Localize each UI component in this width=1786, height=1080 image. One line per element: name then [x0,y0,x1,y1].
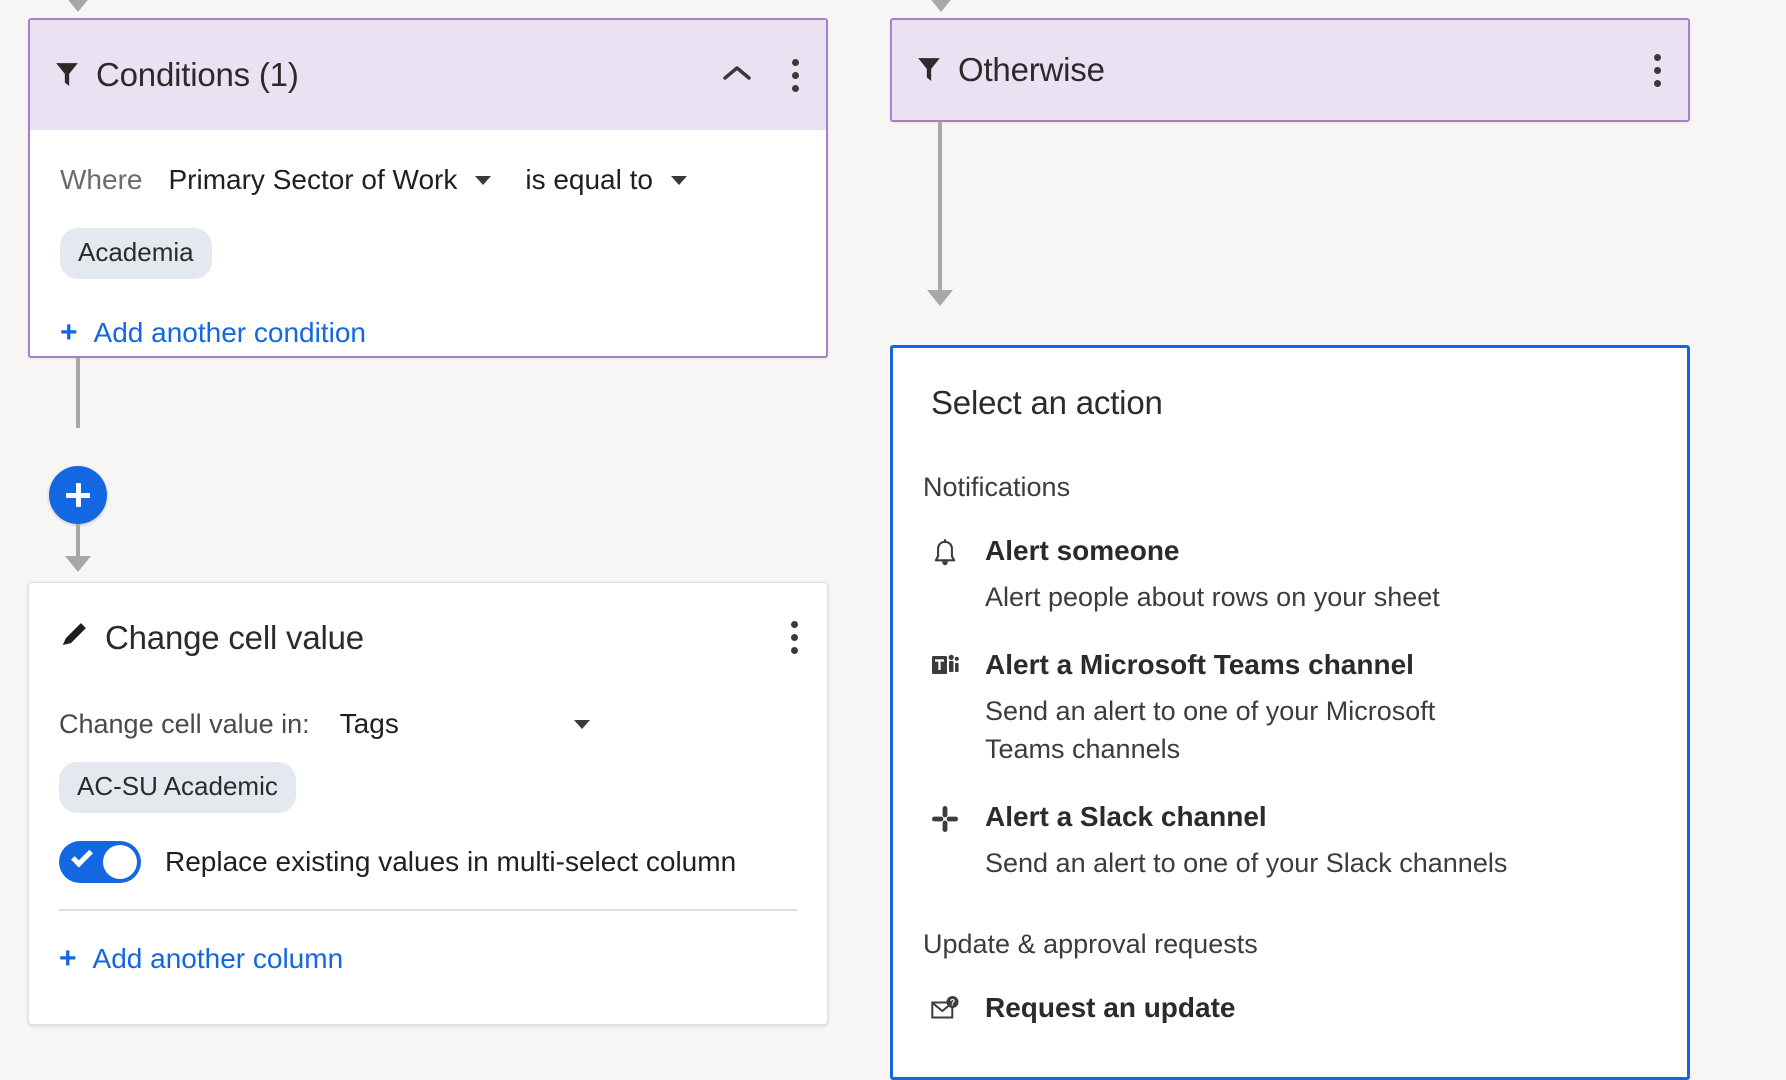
action-item-request-an-update[interactable]: ? Request an update [893,960,1687,1036]
plus-icon: + [59,942,77,975]
action-item-text: Request an update [985,992,1235,1036]
kebab-menu-icon[interactable] [786,55,804,96]
replace-values-toggle[interactable] [59,841,141,883]
check-icon [71,845,93,868]
condition-operator-value: is equal to [525,164,653,195]
connector-arrow-into-otherwise [928,0,954,12]
change-cell-value-title: Change cell value [105,618,364,656]
action-item-text: Alert a Slack channel Send an alert to o… [985,801,1507,883]
column-dropdown[interactable]: Tags [340,708,590,740]
otherwise-title: Otherwise [958,51,1105,88]
action-item-alert-someone[interactable]: Alert someone Alert people about rows on… [893,503,1687,617]
plus-icon-vertical [75,483,81,507]
action-item-name: Alert a Microsoft Teams channel [985,648,1414,680]
svg-text:?: ? [950,997,956,1007]
request-update-envelope-icon: ? [931,992,969,1036]
change-cell-value-chip-container: AC-SU Academic [59,762,797,813]
bell-icon [931,535,969,617]
replace-values-toggle-label: Replace existing values in multi-select … [165,846,737,877]
add-another-condition-label: Add another condition [93,317,366,348]
action-item-description: Alert people about rows on your sheet [985,582,1440,613]
condition-value-chip-container: Academia [60,204,796,279]
connector-arrow-into-action-panel [927,290,953,306]
microsoft-teams-icon [931,649,969,769]
conditions-card-header[interactable]: Conditions (1) [30,20,826,130]
condition-row: Where Primary Sector of Work is equal to [60,156,796,204]
pencil-icon [59,620,89,655]
kebab-menu-icon[interactable] [785,617,803,658]
action-item-alert-microsoft-teams-channel[interactable]: Alert a Microsoft Teams channel Send an … [893,617,1687,769]
plus-icon: + [60,316,78,349]
connector-arrow-into-conditions [65,0,91,12]
change-cell-value-label: Change cell value in: [59,708,310,739]
condition-field-dropdown[interactable]: Primary Sector of Work [168,164,492,196]
select-an-action-title: Select an action [931,384,1163,421]
conditions-body: Where Primary Sector of Work is equal to… [30,130,826,379]
chevron-down-icon [670,175,687,185]
add-step-button[interactable] [49,466,107,524]
conditions-title: Conditions (1) [96,56,299,93]
chevron-down-icon [475,175,492,185]
toggle-knob [103,845,137,879]
action-group-label: Notifications [923,472,1071,502]
select-an-action-panel: Select an action Notifications Alert som… [890,345,1690,1080]
otherwise-card: Otherwise [890,18,1690,122]
change-cell-value-chip[interactable]: AC-SU Academic [59,762,296,813]
change-cell-value-header: Change cell value [29,583,827,658]
funnel-icon [54,60,80,90]
action-item-text: Alert a Microsoft Teams channel Send an … [985,649,1515,769]
add-another-condition-button[interactable]: + Add another condition [60,317,796,349]
column-dropdown-value: Tags [339,708,399,739]
replace-values-toggle-row: Replace existing values in multi-select … [59,841,797,911]
change-cell-value-field-row: Change cell value in: Tags [59,708,797,740]
change-cell-value-card: Change cell value Change cell value in: … [28,582,828,1025]
funnel-icon [916,55,942,85]
conditions-card: Conditions (1) Where Primary Sector of W… [28,18,828,358]
kebab-menu-icon[interactable] [1648,50,1666,91]
otherwise-card-header[interactable]: Otherwise [892,20,1688,120]
chevron-up-icon[interactable] [722,63,752,88]
connector-arrow-into-change-cell-value [65,556,91,572]
action-item-text: Alert someone Alert people about rows on… [985,535,1440,617]
workflow-canvas: Conditions (1) Where Primary Sector of W… [0,0,1786,1080]
condition-operator-dropdown[interactable]: is equal to [525,164,687,196]
action-item-description: Send an alert to one of your Slack chann… [985,847,1508,878]
action-group-label: Update & approval requests [923,928,1258,959]
add-another-column-label: Add another column [92,943,344,974]
connector-line-conditions-to-add [76,358,80,428]
slack-icon [931,801,969,883]
change-cell-value-body: Change cell value in: Tags AC-SU Academi… [29,708,827,975]
action-item-name: Alert a Slack channel [985,800,1267,832]
action-item-name: Alert someone [985,535,1180,566]
condition-value-chip[interactable]: Academia [60,228,212,279]
action-item-description: Send an alert to one of your Microsoft T… [985,696,1436,764]
where-label: Where [60,164,143,195]
chevron-down-icon [573,719,590,729]
connector-line-otherwise-to-panel [938,122,942,304]
condition-field-value: Primary Sector of Work [168,164,458,195]
action-item-name: Request an update [985,991,1236,1023]
add-another-column-button[interactable]: + Add another column [59,943,797,975]
action-item-alert-slack-channel[interactable]: Alert a Slack channel Send an alert to o… [893,769,1687,883]
